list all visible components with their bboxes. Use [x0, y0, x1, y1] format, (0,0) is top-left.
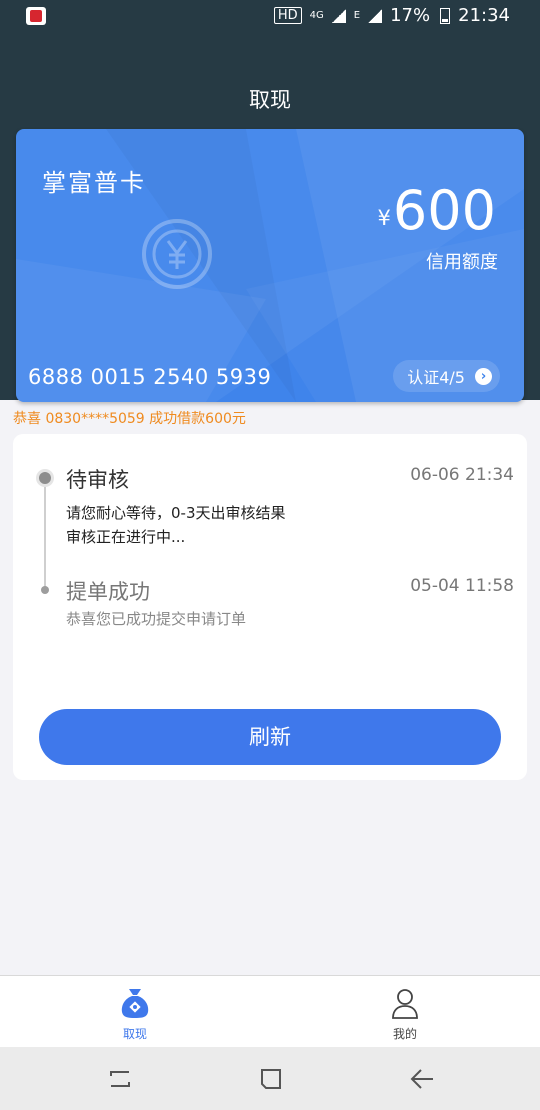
user-icon	[392, 989, 418, 1019]
review-status-panel: 待审核 06-06 21:34 请您耐心等待，0-3天出审核结果 审核正在进行中…	[13, 434, 527, 780]
status-bar: HD 4G E 17% 21:34	[0, 0, 540, 32]
recent-apps-icon[interactable]	[107, 1066, 133, 1092]
chevron-right-icon: ›	[475, 367, 492, 385]
credit-label: 信用额度	[426, 252, 498, 273]
verify-progress-button[interactable]: 认证4/5 ›	[393, 360, 500, 392]
step-description: 请您耐心等待，0-3天出审核结果	[66, 504, 286, 522]
credit-amount: ¥ 600	[378, 179, 496, 243]
status-indicators: HD 4G E 17% 21:34	[273, 5, 510, 26]
page-title: 取现	[249, 88, 291, 112]
card-name: 掌富普卡	[42, 169, 146, 197]
step-time: 05-04 11:58	[410, 576, 514, 596]
step-title: 提单成功	[66, 580, 150, 604]
back-icon[interactable]	[409, 1066, 435, 1092]
step-description: 审核正在进行中...	[66, 528, 186, 546]
timeline-line	[44, 480, 46, 590]
signal-icon	[331, 8, 346, 23]
tab-mine[interactable]: 我的	[365, 986, 445, 1042]
signal-icon	[368, 8, 383, 23]
network-e: E	[353, 10, 361, 21]
timeline-dot-active	[39, 472, 51, 484]
amount-value: 600	[392, 179, 496, 242]
tab-label: 我的	[392, 1027, 417, 1041]
app-notification-icon	[26, 7, 46, 25]
step-title: 待审核	[66, 468, 129, 492]
home-icon[interactable]	[258, 1066, 284, 1092]
credit-card[interactable]: 掌富普卡 ¥ 600 信用额度 6888 0015 2540 5939 认证4/…	[16, 129, 524, 402]
bottom-tab-bar: 取现 我的	[0, 975, 540, 1048]
money-bag-icon	[121, 989, 149, 1018]
step-time: 06-06 21:34	[410, 465, 514, 485]
tab-label: 取现	[122, 1027, 147, 1041]
battery-percent: 17%	[390, 5, 431, 26]
step-description: 恭喜您已成功提交申请订单	[66, 610, 247, 628]
verify-label: 认证4/5	[407, 368, 465, 387]
clock: 21:34	[458, 5, 510, 26]
refresh-button[interactable]: 刷新	[39, 709, 501, 765]
card-number: 6888 0015 2540 5939	[28, 365, 272, 389]
loan-notice: 恭喜 0830****5059 成功借款600元	[13, 411, 246, 427]
network-4g: 4G	[309, 10, 324, 21]
battery-icon	[440, 7, 451, 24]
header: 取现 掌富普卡 ¥ 600 信用额度 6888 0015 2540 5939 认…	[0, 32, 540, 402]
timeline-dot	[41, 586, 49, 594]
yuan-watermark-icon	[142, 219, 212, 289]
system-nav-bar	[0, 1047, 540, 1110]
tab-withdraw[interactable]: 取现	[95, 986, 175, 1042]
hd-badge: HD	[273, 7, 302, 24]
currency-symbol: ¥	[377, 206, 391, 230]
